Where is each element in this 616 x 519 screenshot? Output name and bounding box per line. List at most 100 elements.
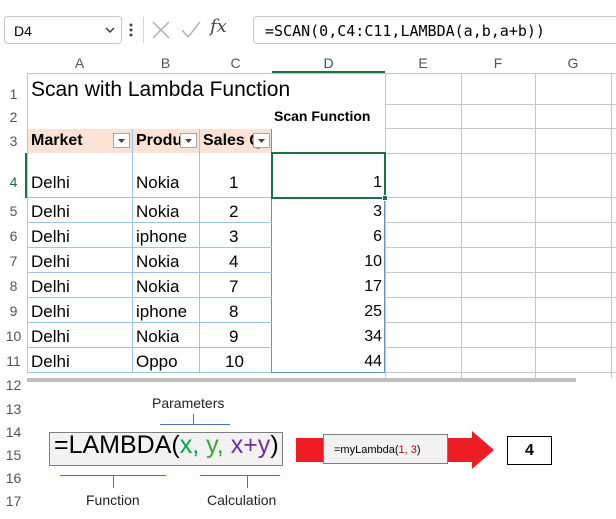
active-cell-selection[interactable] [271,152,386,199]
cell-market[interactable]: Delhi [31,173,70,193]
table-border [27,222,272,223]
row-header-10[interactable]: 10 [0,328,27,344]
cell-market[interactable]: Delhi [31,352,70,372]
filter-button-product[interactable] [180,133,197,148]
cell-qty[interactable]: 10 [225,352,244,372]
scan-function-header[interactable]: Scan Function [274,108,370,124]
call-prefix: =myLambda( [334,444,399,456]
param-y: y [206,431,217,459]
table-border [132,129,133,373]
row-header-9[interactable]: 9 [0,303,27,319]
cell-market[interactable]: Delhi [31,327,70,347]
gridline [385,372,616,373]
row-header-17[interactable]: 17 [0,493,27,509]
row-header-12[interactable]: 12 [0,377,27,393]
row-header-15[interactable]: 15 [0,447,27,463]
cell-qty[interactable]: 9 [229,327,238,347]
row-header-6[interactable]: 6 [0,228,27,244]
cell-product[interactable]: Oppo [136,352,178,372]
row-header-2[interactable]: 2 [0,109,27,125]
name-box[interactable]: D4 [4,16,122,44]
filter-dropdown-icon [185,139,192,143]
lambda-prefix: =LAMBDA( [54,431,180,459]
column-header-e[interactable]: E [385,54,461,73]
param-x: x [179,431,193,459]
cell-qty[interactable]: 7 [229,277,238,297]
cell-market[interactable]: Delhi [31,277,70,297]
table-border [27,272,272,273]
gridline [385,322,616,323]
cell-product[interactable]: iphone [136,302,187,322]
cell-scan[interactable]: 6 [352,228,382,246]
cell-product[interactable]: iphone [136,227,187,247]
lambda-suffix: ) [270,431,279,459]
row-header-7[interactable]: 7 [0,253,27,269]
function-label: Function [86,492,140,508]
gridline [385,197,616,198]
cell-scan[interactable]: 17 [352,278,382,296]
cancel-icon[interactable] [150,19,172,41]
cell-scan[interactable]: 3 [352,203,382,221]
cell-qty[interactable]: 3 [229,227,238,247]
parameters-label: Parameters [152,395,225,411]
calculation-expr: x+y [230,431,271,459]
row-header-8[interactable]: 8 [0,278,27,294]
insert-function-icon[interactable]: fx [210,16,227,37]
row-header-16[interactable]: 16 [0,470,27,486]
filter-button-sales-qty[interactable] [253,133,270,148]
gridline [611,73,612,378]
row-header-11[interactable]: 11 [0,353,27,369]
lambda-formula: =LAMBDA(x, y, x+y) [54,431,279,460]
cell-market[interactable]: Delhi [31,227,70,247]
row-header-1[interactable]: 1 [0,86,27,102]
column-header-a[interactable]: A [27,54,132,73]
cell-scan[interactable]: 34 [352,328,382,346]
row-header-13[interactable]: 13 [0,401,27,417]
formula-bar-divider [143,17,144,43]
cell-qty[interactable]: 1 [229,173,238,193]
cell-scan[interactable]: 10 [352,253,382,271]
cell-qty[interactable]: 4 [229,252,238,272]
connector-line [200,475,280,476]
gridline [385,153,616,154]
cell-product[interactable]: Nokia [136,202,179,222]
cell-scan[interactable]: 44 [352,353,382,371]
formula-text: =SCAN(0,C4:C11,LAMBDA(a,b,a+b)) [265,22,545,40]
enter-check-icon[interactable] [180,19,202,41]
row-header-5[interactable]: 5 [0,203,27,219]
cell-qty[interactable]: 8 [229,302,238,322]
sheet-title[interactable]: Scan with Lambda Function [31,78,290,102]
column-header-g[interactable]: G [535,54,611,73]
gridline [461,73,462,378]
connector-line [113,475,114,488]
column-header-b[interactable]: B [132,54,199,73]
gridline [385,247,616,248]
cell-qty[interactable]: 2 [229,202,238,222]
cell-market[interactable]: Delhi [31,202,70,222]
table-border [27,347,272,348]
gridline [385,297,616,298]
more-options-icon[interactable] [128,22,134,38]
column-header-c[interactable]: C [199,54,272,73]
table-border [27,197,272,198]
filter-button-market[interactable] [113,133,130,148]
cell-market[interactable]: Delhi [31,302,70,322]
fill-handle[interactable] [382,195,388,201]
row-header-4[interactable]: 4 [0,174,27,190]
cell-scan[interactable]: 25 [352,303,382,321]
table-border [27,322,272,323]
cell-product[interactable]: Nokia [136,277,179,297]
table-border [27,247,272,248]
formula-bar: D4 fx =SCAN(0,C4:C11,LAMBDA(a,b,a+b)) [0,14,616,46]
call-suffix: ) [416,444,421,456]
row-header-3[interactable]: 3 [0,133,27,149]
chevron-down-icon[interactable] [105,26,115,34]
cell-product[interactable]: Nokia [136,327,179,347]
formula-input[interactable]: =SCAN(0,C4:C11,LAMBDA(a,b,a+b)) [253,16,616,44]
cell-product[interactable]: Nokia [136,173,179,193]
cell-product[interactable]: Nokia [136,252,179,272]
filter-dropdown-icon [258,139,265,143]
cell-market[interactable]: Delhi [31,252,70,272]
column-header-f[interactable]: F [461,54,535,73]
row-header-14[interactable]: 14 [0,424,27,440]
